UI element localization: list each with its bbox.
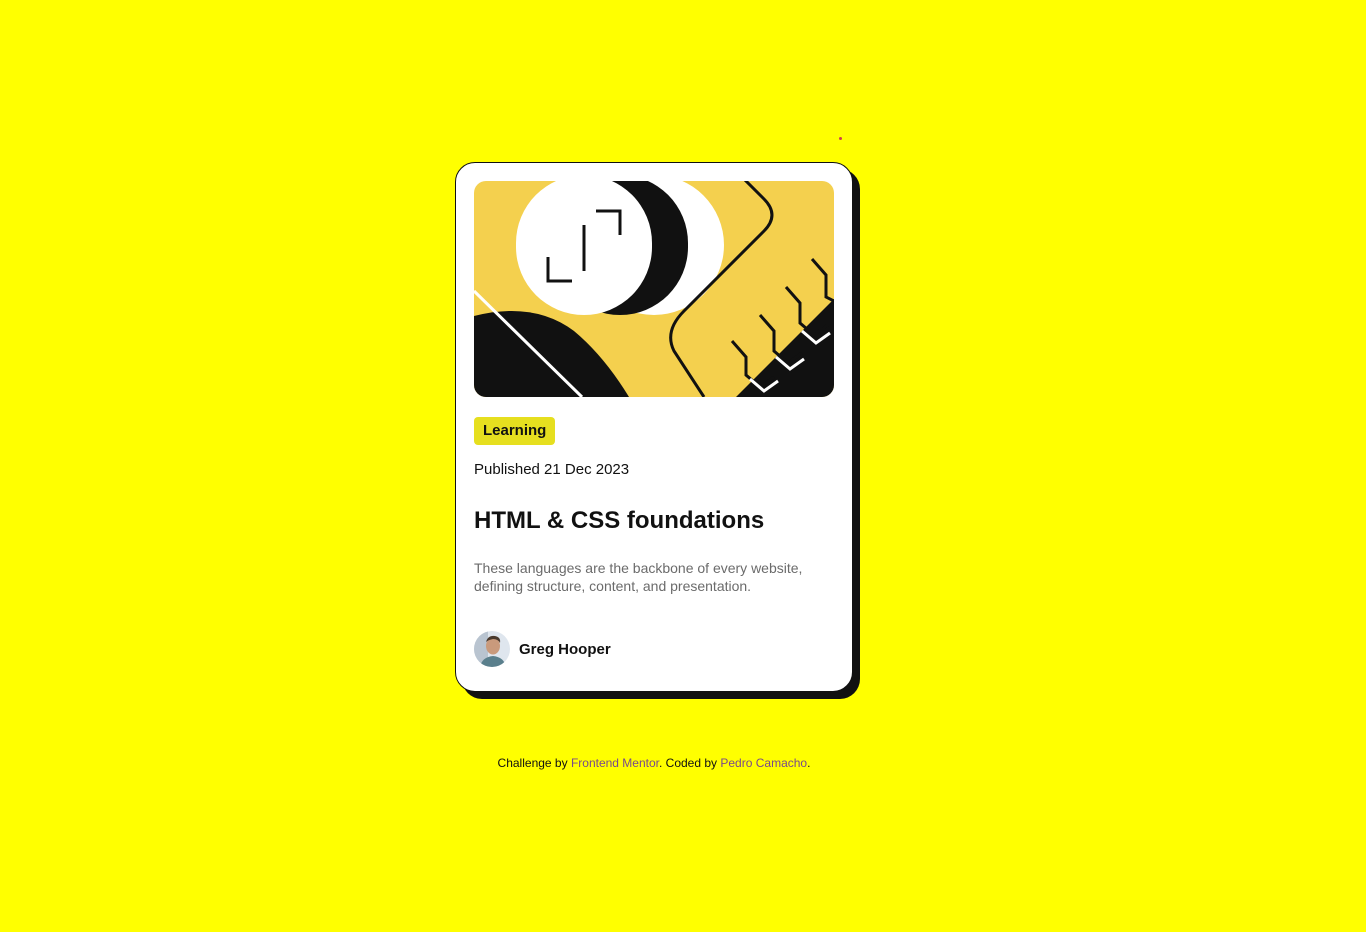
card-title[interactable]: HTML & CSS foundations (474, 507, 764, 535)
blog-preview-card: Learning Published 21 Dec 2023 HTML & CS… (455, 162, 853, 692)
author-name: Greg Hooper (519, 640, 611, 658)
attribution-footer: Challenge by Frontend Mentor. Coded by P… (0, 756, 1308, 770)
author: Greg Hooper (474, 631, 611, 667)
attribution-coded-prefix: . Coded by (659, 756, 721, 770)
stray-dot (839, 137, 842, 140)
frontend-mentor-link[interactable]: Frontend Mentor (571, 756, 659, 770)
category-tag: Learning (474, 417, 556, 445)
published-date: Published 21 Dec 2023 (474, 461, 630, 478)
attribution-challenge-prefix: Challenge by (497, 756, 571, 770)
hero-illustration (474, 181, 834, 397)
user-avatar-photo-icon (474, 631, 510, 667)
page: Learning Published 21 Dec 2023 HTML & CS… (0, 0, 1366, 932)
card-description: These languages are the backbone of ever… (474, 560, 803, 594)
author-profile-link[interactable]: Pedro Camacho (720, 756, 807, 770)
attribution-suffix: . (807, 756, 811, 770)
